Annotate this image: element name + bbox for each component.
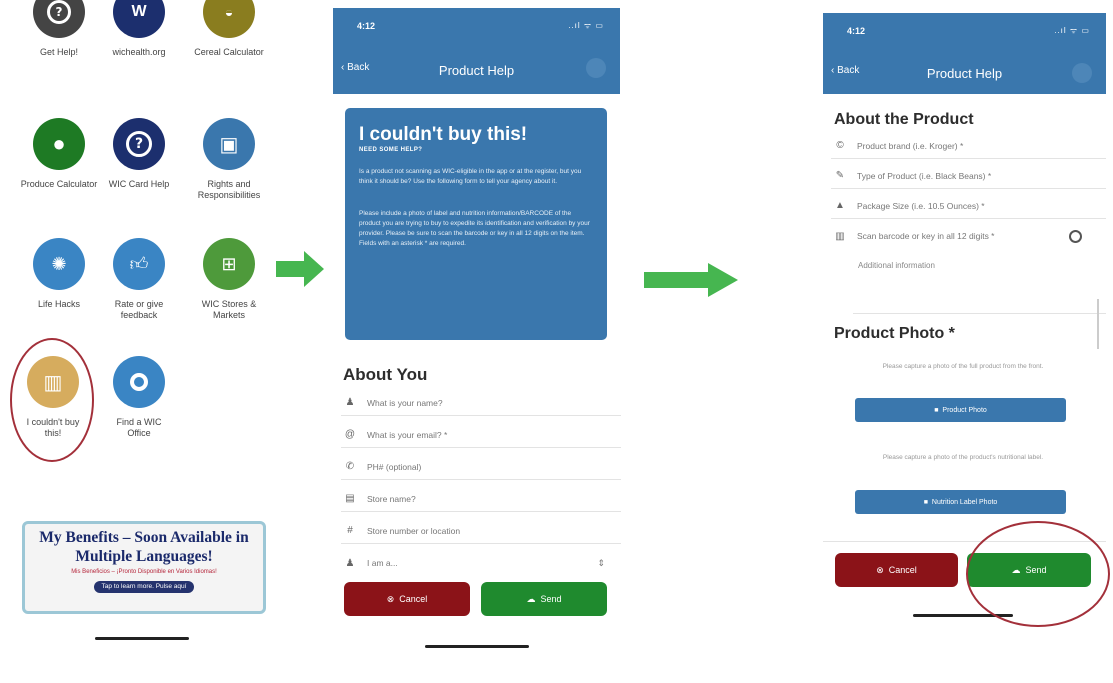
cloud-upload-icon: ☁ [526, 593, 536, 604]
arrow-right-icon [644, 263, 738, 297]
intro-card: I couldn't buy this! NEED SOME HELP? Is … [345, 108, 607, 340]
tile-wic-card-help[interactable]: ? WIC Card Help [99, 118, 179, 190]
divider [853, 313, 1106, 314]
product-help-form-screen: 4:12 ..ıl ᯤ ▭ ‹ Back Product Help I coul… [333, 8, 621, 655]
weight-icon: ▲ [835, 200, 845, 211]
lightbulb-icon: ✺ [33, 238, 85, 290]
cereal-bowl-icon: ◒ [203, 0, 255, 38]
store-name-field[interactable]: ▤ Store name? [341, 486, 621, 512]
barcode-field[interactable]: ▥ Scan barcode or key in all 12 digits * [831, 223, 1081, 249]
home-indicator [95, 637, 189, 640]
tile-produce-calculator[interactable]: ● Produce Calculator [19, 118, 99, 190]
page-title: Product Help [438, 63, 515, 78]
question-icon: ? [33, 0, 85, 38]
at-icon: @ [344, 429, 356, 440]
user-role-icon: ♟ [345, 557, 355, 569]
hash-icon: # [347, 525, 353, 536]
store-number-field[interactable]: # Store number or location [341, 518, 621, 544]
tile-couldnt-buy[interactable]: ▥ I couldn't buy this! [13, 356, 93, 439]
nutrition-label-photo-button[interactable]: ■ Nutrition Label Photo [855, 490, 1066, 514]
profile-icon[interactable] [586, 58, 606, 78]
cancel-icon: ⊗ [386, 593, 395, 604]
nav-header: 4:12 ..ıl ᯤ ▭ ‹ Back Product Help [333, 8, 620, 94]
status-icons: ..ıl ᯤ ▭ [568, 21, 604, 30]
barcode-icon: ▥ [27, 356, 79, 408]
cancel-icon: ⊗ [876, 564, 884, 575]
map-pin-icon [113, 356, 165, 408]
profile-icon[interactable] [1072, 63, 1092, 83]
phone-field[interactable]: ✆ PH# (optional) [341, 454, 621, 480]
product-type-field[interactable]: ✎ Type of Product (i.e. Black Beans) * [831, 163, 1106, 189]
store-icon: ▤ [345, 493, 355, 504]
cancel-button[interactable]: ⊗ Cancel [344, 582, 470, 616]
tile-cereal-calculator[interactable]: ◒ Cereal Calculator [189, 0, 269, 58]
tile-wichealth[interactable]: W wichealth.org [99, 0, 179, 58]
tile-wic-stores[interactable]: ⊞ WIC Stores & Markets [189, 238, 269, 321]
label-hint: Please capture a photo of the product's … [882, 454, 1044, 461]
additional-info-field[interactable]: Additional information [858, 261, 935, 270]
name-field[interactable]: ♟ What is your name? [341, 390, 621, 416]
scan-camera-icon[interactable] [1069, 230, 1082, 243]
apple-icon: ● [33, 118, 85, 170]
arrow-right-icon [276, 251, 324, 287]
email-field[interactable]: @ What is your email? * [341, 422, 621, 448]
phone-icon: ✆ [345, 461, 355, 472]
home-indicator [425, 645, 529, 648]
tile-rights-responsibilities[interactable]: ▣ Rights and Responsibilities [189, 118, 269, 201]
package-size-field[interactable]: ▲ Package Size (i.e. 10.5 Ounces) * [831, 193, 1106, 219]
tile-find-wic-office[interactable]: Find a WIC Office [99, 356, 179, 439]
pencil-icon: ✎ [835, 170, 845, 181]
stage: ? Get Help! W wichealth.org ◒ Cereal Cal… [0, 0, 1113, 683]
role-select[interactable]: ♟ I am a... ⇕ [341, 550, 605, 576]
nav-header: 4:12 ..ıl ᯤ ▭ ‹ Back Product Help [823, 13, 1106, 94]
basket-icon: ⊞ [203, 238, 255, 290]
chevron-updown-icon: ⇕ [597, 557, 605, 568]
app-home-screen: ? Get Help! W wichealth.org ◒ Cereal Cal… [10, 0, 280, 640]
cancel-button[interactable]: ⊗ Cancel [835, 553, 958, 587]
person-icon: ♟ [345, 397, 355, 408]
banner-title: My Benefits – Soon Available in Multiple… [39, 529, 249, 565]
section-about-product: About the Product [834, 111, 974, 128]
tile-get-help[interactable]: ? Get Help! [19, 0, 99, 58]
product-photo-button[interactable]: ■ Product Photo [855, 398, 1066, 422]
camera-icon: ■ [934, 406, 939, 414]
barcode-icon: ▥ [835, 230, 845, 242]
clipboard-icon: ▣ [203, 118, 255, 170]
copyright-icon: © [836, 140, 844, 151]
highlight-circle [966, 521, 1110, 627]
wichealth-logo-icon: W [113, 0, 165, 38]
send-button[interactable]: ☁ Send [481, 582, 607, 616]
page-title: Product Help [926, 66, 1003, 81]
thumbs-up-icon: 👍︎ [113, 238, 165, 290]
status-icons: ..ıl ᯤ ▭ [1054, 26, 1090, 35]
tap-to-learn-button[interactable]: Tap to learn more. Pulse aquí [93, 581, 195, 593]
scrollbar[interactable] [1097, 299, 1099, 349]
product-brand-field[interactable]: © Product brand (i.e. Kroger) * [831, 133, 1106, 159]
languages-banner[interactable]: My Benefits – Soon Available in Multiple… [22, 521, 266, 614]
question-icon: ? [113, 118, 165, 170]
tile-rate-feedback[interactable]: 👍︎ Rate or give feedback [99, 238, 179, 321]
photo-hint: Please capture a photo of the full produ… [882, 363, 1044, 370]
camera-icon: ■ [923, 498, 928, 506]
section-product-photo: Product Photo * [834, 325, 955, 342]
tile-life-hacks[interactable]: ✺ Life Hacks [19, 238, 99, 310]
section-about-you: About You [343, 365, 428, 384]
